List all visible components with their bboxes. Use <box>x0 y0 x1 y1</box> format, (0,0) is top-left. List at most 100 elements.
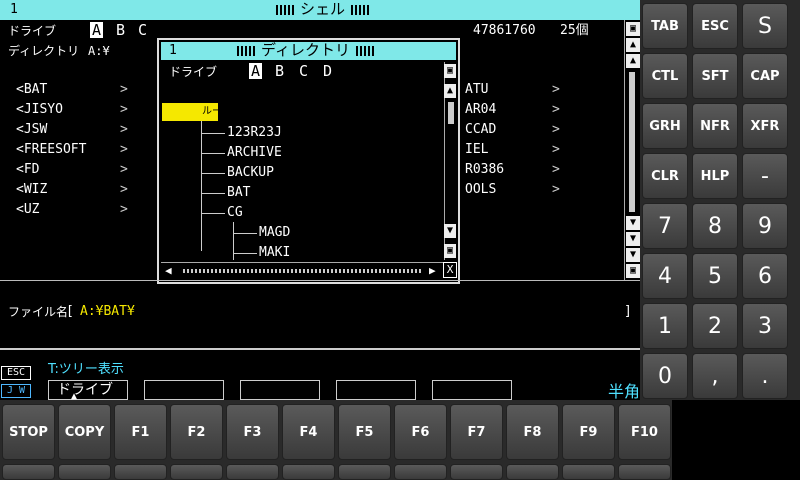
scroll-end-icon[interactable]: ▣ <box>626 264 640 278</box>
dialog-drive-c[interactable]: C <box>299 63 308 79</box>
scroll-top-icon[interactable]: ▣ <box>444 64 456 78</box>
key-copy[interactable]: COPY <box>58 404 111 460</box>
list-item[interactable]: <UZ > <box>16 202 136 222</box>
key-grh[interactable]: GRH <box>642 103 688 149</box>
key-stop[interactable]: STOP <box>2 404 55 460</box>
key-f2[interactable]: F2 <box>170 404 223 460</box>
scroll-thumb[interactable] <box>183 269 423 273</box>
key-row-lower[interactable] <box>506 464 559 480</box>
list-item[interactable]: CCAD > <box>465 122 565 142</box>
scroll-up-icon[interactable]: ▲ <box>444 84 456 98</box>
key-row-lower[interactable] <box>450 464 503 480</box>
key-row-lower[interactable] <box>562 464 615 480</box>
scroll-bottom-icon[interactable]: ▣ <box>444 244 456 258</box>
scroll-thumb[interactable] <box>629 72 635 212</box>
key-clr[interactable]: CLR <box>642 153 688 199</box>
drive-c[interactable]: C <box>138 22 147 38</box>
list-item[interactable]: AR04 > <box>465 102 565 122</box>
key-row-lower[interactable] <box>2 464 55 480</box>
key-f10[interactable]: F10 <box>618 404 671 460</box>
scroll-down-icon[interactable]: ▼ <box>626 216 640 230</box>
key-sft[interactable]: SFT <box>692 53 738 99</box>
key-row-lower[interactable] <box>618 464 671 480</box>
dialog-drive-b[interactable]: B <box>275 63 284 79</box>
tree-node[interactable]: CG <box>227 205 243 221</box>
filename-value[interactable]: A:¥BAT¥ <box>80 304 135 320</box>
key-5[interactable]: 5 <box>692 253 738 299</box>
tree-node[interactable]: MAKI <box>259 245 290 260</box>
key-row-lower[interactable] <box>226 464 279 480</box>
key-cap[interactable]: CAP <box>742 53 788 99</box>
key-1[interactable]: 1 <box>642 303 688 349</box>
function-box[interactable] <box>144 380 224 400</box>
scroll-page-up-icon[interactable]: ▲ <box>626 38 640 52</box>
list-item[interactable]: <JISYO > <box>16 102 136 122</box>
dialog-drive-d[interactable]: D <box>323 63 332 79</box>
list-item[interactable]: <FD > <box>16 162 136 182</box>
key-6[interactable]: 6 <box>742 253 788 299</box>
key-f5[interactable]: F5 <box>338 404 391 460</box>
key-f3[interactable]: F3 <box>226 404 279 460</box>
scroll-down-icon[interactable]: ▼ <box>444 224 456 238</box>
main-scrollbar[interactable]: ▣ ▲ ▲ ▼ ▼ ▼ ▣ <box>624 20 640 280</box>
tree-node[interactable]: BAT <box>227 185 250 201</box>
tree-node[interactable]: MAGD <box>259 225 290 241</box>
list-item[interactable]: <JSW > <box>16 122 136 142</box>
function-box[interactable] <box>336 380 416 400</box>
drive-b[interactable]: B <box>116 22 125 38</box>
key-row-lower[interactable] <box>394 464 447 480</box>
key-comma[interactable]: , <box>692 353 738 399</box>
key-tab[interactable]: TAB <box>642 3 688 49</box>
function-box-drive[interactable]: ドライブ ▲ <box>48 380 128 400</box>
key-xfr[interactable]: XFR <box>742 103 788 149</box>
list-item[interactable]: <BAT > <box>16 82 136 102</box>
key-4[interactable]: 4 <box>642 253 688 299</box>
dialog-horizontal-scrollbar[interactable]: ◀ ▶ <box>161 262 444 278</box>
key-f6[interactable]: F6 <box>394 404 447 460</box>
key-f1[interactable]: F1 <box>114 404 167 460</box>
list-item[interactable]: IEL > <box>465 142 565 162</box>
key-esc[interactable]: ESC <box>692 3 738 49</box>
function-box[interactable] <box>240 380 320 400</box>
drive-a[interactable]: A <box>90 22 104 38</box>
function-box[interactable] <box>432 380 512 400</box>
key-row-lower[interactable] <box>338 464 391 480</box>
key-hlp[interactable]: HLP <box>692 153 738 199</box>
list-item[interactable]: OOLS > <box>465 182 565 202</box>
key-row-lower[interactable] <box>58 464 111 480</box>
close-icon[interactable]: X <box>443 262 457 278</box>
dialog-vertical-scrollbar[interactable]: ▣ ▲ ▼ ▣ <box>444 62 456 260</box>
key-period[interactable]: . <box>742 353 788 399</box>
key-minus[interactable]: - <box>742 153 788 199</box>
dialog-drive-a[interactable]: A <box>249 63 263 79</box>
key-s[interactable]: S <box>742 3 788 49</box>
scroll-top-icon[interactable]: ▣ <box>626 22 640 36</box>
key-0[interactable]: 0 <box>642 353 688 399</box>
scroll-thumb[interactable] <box>448 102 454 124</box>
key-nfr[interactable]: NFR <box>692 103 738 149</box>
key-8[interactable]: 8 <box>692 203 738 249</box>
scroll-up-icon[interactable]: ▲ <box>626 54 640 68</box>
list-item[interactable]: R0386 > <box>465 162 565 182</box>
key-row-lower[interactable] <box>170 464 223 480</box>
key-3[interactable]: 3 <box>742 303 788 349</box>
tree-node[interactable]: 123R23J <box>227 125 282 141</box>
key-f7[interactable]: F7 <box>450 404 503 460</box>
list-item[interactable]: <WIZ > <box>16 182 136 202</box>
scroll-left-icon[interactable]: ◀ <box>165 264 172 277</box>
list-item[interactable]: ATU > <box>465 82 565 102</box>
key-9[interactable]: 9 <box>742 203 788 249</box>
scroll-page-down-icon[interactable]: ▼ <box>626 232 640 246</box>
key-row-lower[interactable] <box>114 464 167 480</box>
tree-node[interactable]: BACKUP <box>227 165 274 181</box>
key-ctl[interactable]: CTL <box>642 53 688 99</box>
key-f4[interactable]: F4 <box>282 404 335 460</box>
key-row-lower[interactable] <box>282 464 335 480</box>
key-2[interactable]: 2 <box>692 303 738 349</box>
tree-root-node[interactable]: ルート <box>162 103 232 121</box>
scroll-bottom-icon[interactable]: ▼ <box>626 248 640 262</box>
list-item[interactable]: <FREESOFT > <box>16 142 136 162</box>
key-f9[interactable]: F9 <box>562 404 615 460</box>
scroll-right-icon[interactable]: ▶ <box>429 264 436 277</box>
tree-node[interactable]: ARCHIVE <box>227 145 282 161</box>
